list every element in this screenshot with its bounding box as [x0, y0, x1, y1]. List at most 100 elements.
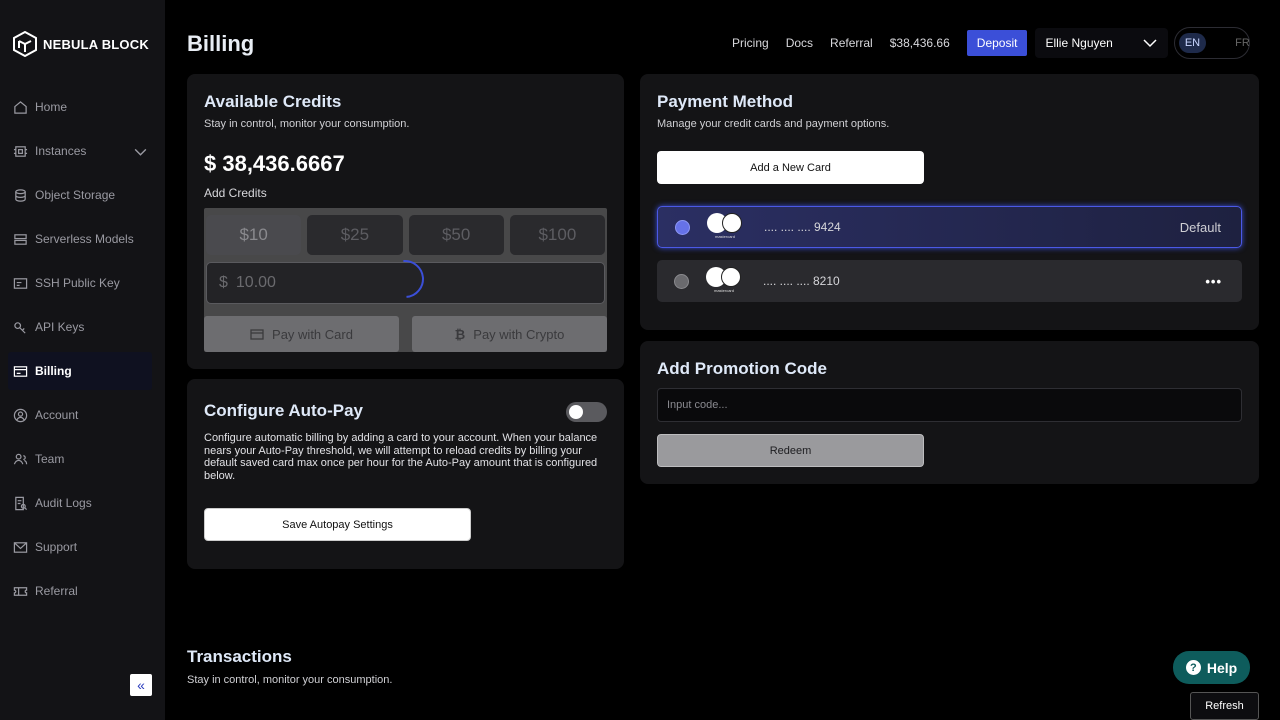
question-icon: ?: [1185, 660, 1201, 675]
sidebar-item-label: Support: [35, 540, 78, 554]
mastercard-icon: mastercard: [706, 267, 742, 295]
currency-symbol: $: [219, 274, 228, 291]
credits-title: Available Credits: [204, 92, 342, 111]
card-radio[interactable]: [675, 219, 690, 235]
lang-en-option[interactable]: EN: [1178, 33, 1207, 53]
nebula-cube-icon: [13, 31, 37, 57]
card-more-options-icon[interactable]: •••: [1205, 274, 1222, 289]
sidebar-item-api-keys[interactable]: API Keys: [0, 305, 165, 349]
mail-icon: [13, 541, 28, 553]
sidebar-item-label: Serverless Models: [35, 232, 134, 246]
promotion-code-card: Add Promotion Code Input code... Redeem: [640, 341, 1259, 484]
autopay-title: Configure Auto-Pay: [204, 401, 363, 420]
user-name: Ellie Nguyen: [1045, 36, 1113, 50]
mastercard-icon: mastercard: [707, 213, 743, 241]
credit-card-icon: [250, 328, 264, 340]
autopay-toggle[interactable]: [566, 402, 607, 422]
pay-with-card-label: Pay with Card: [272, 326, 353, 342]
bitcoin-icon: ₿: [454, 326, 466, 342]
sidebar-item-label: Audit Logs: [35, 496, 92, 510]
chip-icon: [13, 145, 28, 157]
brand-name: NEBULA BLOCK: [43, 36, 149, 52]
team-icon: [13, 453, 28, 464]
sidebar-item-home[interactable]: Home: [0, 85, 165, 129]
card-number: .... .... .... 8210: [763, 274, 840, 288]
add-new-card-button[interactable]: Add a New Card: [657, 151, 924, 184]
sidebar-item-billing[interactable]: Billing: [0, 349, 165, 393]
sidebar-item-ssh-public-key[interactable]: SSH Public Key: [0, 261, 165, 305]
sidebar-item-label: Instances: [35, 144, 87, 158]
ssh-key-icon: [13, 277, 28, 289]
sidebar-item-instances[interactable]: Instances: [0, 129, 165, 173]
referral-link[interactable]: Referral: [830, 36, 873, 50]
brand-logo[interactable]: NEBULA BLOCK: [13, 31, 149, 57]
refresh-button[interactable]: Refresh: [1190, 692, 1259, 720]
sidebar-item-object-storage[interactable]: Object Storage: [0, 173, 165, 217]
home-icon: [14, 100, 27, 114]
database-icon: [15, 188, 26, 202]
sidebar-item-audit-logs[interactable]: Audit Logs: [0, 481, 165, 525]
preset-50-button[interactable]: $50: [408, 215, 504, 255]
chevron-down-icon[interactable]: [133, 144, 148, 159]
sidebar-item-label: Billing: [35, 364, 72, 378]
pricing-link[interactable]: Pricing: [732, 36, 769, 50]
payment-title: Payment Method: [657, 92, 794, 111]
lang-fr-option[interactable]: FR: [1229, 33, 1256, 53]
top-links: Pricing Docs Referral $38,436.66 Deposit…: [732, 27, 1250, 59]
page-title: Billing: [187, 31, 255, 56]
autopay-description: Configure automatic billing by adding a …: [204, 432, 598, 482]
sidebar-collapse-button[interactable]: «: [130, 674, 152, 696]
payment-subtitle: Manage your credit cards and payment opt…: [657, 118, 890, 130]
credits-amount: $ 38,436.6667: [204, 151, 345, 176]
save-autopay-button[interactable]: Save Autopay Settings: [204, 508, 471, 541]
help-button[interactable]: ? Help: [1173, 651, 1250, 684]
topbar: Billing Pricing Docs Referral $38,436.66…: [187, 27, 1258, 60]
saved-card-default[interactable]: mastercard .... .... .... 9424 Default: [657, 206, 1242, 248]
sidebar-item-label: Referral: [35, 584, 78, 598]
sidebar-item-label: SSH Public Key: [35, 276, 120, 290]
sidebar-item-label: Account: [35, 408, 79, 422]
add-credits-label: Add Credits: [204, 186, 267, 200]
audit-log-icon: [15, 496, 28, 510]
balance-display: $38,436.66: [889, 36, 950, 50]
transactions-title: Transactions: [187, 647, 292, 666]
sidebar: NEBULA BLOCK Home Instances Object Stora…: [0, 0, 165, 720]
sidebar-item-referral[interactable]: Referral: [0, 569, 165, 613]
billing-icon: [13, 365, 28, 377]
redeem-button[interactable]: Redeem: [657, 434, 924, 467]
credit-presets: $10 $25 $50 $100: [206, 215, 605, 255]
language-switch: EN FR: [1173, 27, 1250, 59]
card-radio[interactable]: [674, 273, 689, 289]
preset-10-button[interactable]: $10: [206, 215, 302, 255]
sidebar-item-support[interactable]: Support: [0, 525, 165, 569]
ticket-icon: [13, 586, 28, 596]
payment-method-card: Payment Method Manage your credit cards …: [640, 74, 1259, 330]
available-credits-card: Available Credits Stay in control, monit…: [187, 74, 624, 369]
promo-title: Add Promotion Code: [657, 359, 827, 378]
sidebar-item-label: API Keys: [35, 320, 85, 334]
sidebar-item-label: Team: [35, 452, 65, 466]
sidebar-item-label: Object Storage: [35, 188, 116, 202]
sidebar-item-serverless-models[interactable]: Serverless Models: [0, 217, 165, 261]
promo-code-input[interactable]: Input code...: [657, 388, 1242, 422]
card-number: .... .... .... 9424: [764, 220, 841, 234]
pay-with-crypto-label: Pay with Crypto: [473, 326, 565, 342]
deposit-button[interactable]: Deposit: [966, 30, 1028, 56]
user-menu[interactable]: Ellie Nguyen: [1035, 28, 1168, 58]
sidebar-nav: Home Instances Object Storage Serverless…: [0, 85, 165, 613]
credits-subtitle: Stay in control, monitor your consumptio…: [204, 118, 410, 130]
docs-link[interactable]: Docs: [786, 36, 813, 50]
server-icon: [14, 233, 27, 245]
pay-with-card-button[interactable]: Pay with Card: [204, 316, 399, 352]
autopay-card: Configure Auto-Pay Configure automatic b…: [187, 379, 624, 569]
default-badge: Default: [1179, 219, 1221, 235]
pay-with-crypto-button[interactable]: ₿ Pay with Crypto: [412, 316, 607, 352]
sidebar-item-account[interactable]: Account: [0, 393, 165, 437]
preset-25-button[interactable]: $25: [307, 215, 403, 255]
preset-100-button[interactable]: $100: [509, 215, 605, 255]
transactions-subtitle: Stay in control, monitor your consumptio…: [187, 674, 393, 686]
user-circle-icon: [13, 408, 28, 422]
sidebar-item-team[interactable]: Team: [0, 437, 165, 481]
sidebar-item-label: Home: [35, 100, 68, 114]
saved-card[interactable]: mastercard .... .... .... 8210 •••: [657, 260, 1242, 302]
